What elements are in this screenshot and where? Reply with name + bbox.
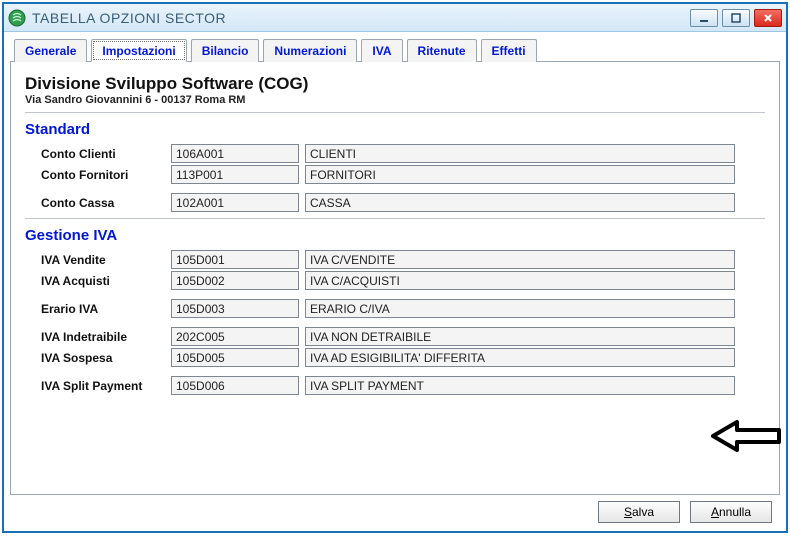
tab-generale[interactable]: Generale	[14, 39, 87, 62]
divider	[25, 112, 765, 113]
label-iva-split-payment: IVA Split Payment	[41, 379, 171, 393]
minimize-button[interactable]	[690, 9, 718, 27]
close-button[interactable]	[754, 9, 782, 27]
row-conto-fornitori: Conto Fornitori	[25, 165, 765, 184]
tab-effetti[interactable]: Effetti	[481, 39, 537, 62]
tab-impostazioni[interactable]: Impostazioni	[91, 39, 186, 62]
input-conto-cassa-code[interactable]	[171, 193, 299, 212]
row-iva-acquisti: IVA Acquisti	[25, 271, 765, 290]
row-erario-iva: Erario IVA	[25, 299, 765, 318]
label-conto-clienti: Conto Clienti	[41, 147, 171, 161]
row-iva-vendite: IVA Vendite	[25, 250, 765, 269]
tab-panel: Divisione Sviluppo Software (COG) Via Sa…	[10, 62, 780, 495]
input-iva-sospesa-desc[interactable]	[305, 348, 735, 367]
content: Generale Impostazioni Bilancio Numerazio…	[4, 32, 786, 531]
app-icon	[8, 9, 26, 27]
cancel-button[interactable]: Annulla	[690, 501, 772, 523]
divider	[25, 218, 765, 219]
label-conto-cassa: Conto Cassa	[41, 196, 171, 210]
tab-bilancio[interactable]: Bilancio	[191, 39, 260, 62]
tab-numerazioni[interactable]: Numerazioni	[263, 39, 357, 62]
label-iva-acquisti: IVA Acquisti	[41, 274, 171, 288]
label-iva-indetraibile: IVA Indetraibile	[41, 330, 171, 344]
input-iva-split-payment-desc[interactable]	[305, 376, 735, 395]
tab-iva[interactable]: IVA	[361, 39, 402, 62]
row-iva-split-payment: IVA Split Payment	[25, 376, 765, 395]
input-erario-iva-desc[interactable]	[305, 299, 735, 318]
input-conto-cassa-desc[interactable]	[305, 193, 735, 212]
app-window: TABELLA OPZIONI SECTOR Generale Impostaz…	[2, 2, 788, 533]
label-iva-vendite: IVA Vendite	[41, 253, 171, 267]
input-conto-fornitori-desc[interactable]	[305, 165, 735, 184]
titlebar[interactable]: TABELLA OPZIONI SECTOR	[4, 4, 786, 32]
input-conto-clienti-code[interactable]	[171, 144, 299, 163]
input-iva-indetraibile-desc[interactable]	[305, 327, 735, 346]
tab-ritenute[interactable]: Ritenute	[407, 39, 477, 62]
section-title-iva: Gestione IVA	[25, 227, 765, 244]
input-iva-indetraibile-code[interactable]	[171, 327, 299, 346]
input-iva-vendite-code[interactable]	[171, 250, 299, 269]
row-iva-sospesa: IVA Sospesa	[25, 348, 765, 367]
row-iva-indetraibile: IVA Indetraibile	[25, 327, 765, 346]
org-title: Divisione Sviluppo Software (COG)	[25, 74, 765, 94]
footer: Salva Annulla	[10, 495, 780, 525]
tab-bar: Generale Impostazioni Bilancio Numerazio…	[10, 38, 780, 62]
input-conto-clienti-desc[interactable]	[305, 144, 735, 163]
input-iva-acquisti-desc[interactable]	[305, 271, 735, 290]
input-iva-sospesa-code[interactable]	[171, 348, 299, 367]
input-iva-split-payment-code[interactable]	[171, 376, 299, 395]
section-title-standard: Standard	[25, 121, 765, 138]
input-iva-acquisti-code[interactable]	[171, 271, 299, 290]
maximize-button[interactable]	[722, 9, 750, 27]
window-title: TABELLA OPZIONI SECTOR	[32, 10, 690, 26]
input-conto-fornitori-code[interactable]	[171, 165, 299, 184]
row-conto-clienti: Conto Clienti	[25, 144, 765, 163]
input-erario-iva-code[interactable]	[171, 299, 299, 318]
label-iva-sospesa: IVA Sospesa	[41, 351, 171, 365]
org-address: Via Sandro Giovannini 6 - 00137 Roma RM	[25, 94, 765, 106]
label-erario-iva: Erario IVA	[41, 302, 171, 316]
arrow-annotation-icon	[711, 418, 783, 454]
save-button[interactable]: Salva	[598, 501, 680, 523]
row-conto-cassa: Conto Cassa	[25, 193, 765, 212]
label-conto-fornitori: Conto Fornitori	[41, 168, 171, 182]
input-iva-vendite-desc[interactable]	[305, 250, 735, 269]
